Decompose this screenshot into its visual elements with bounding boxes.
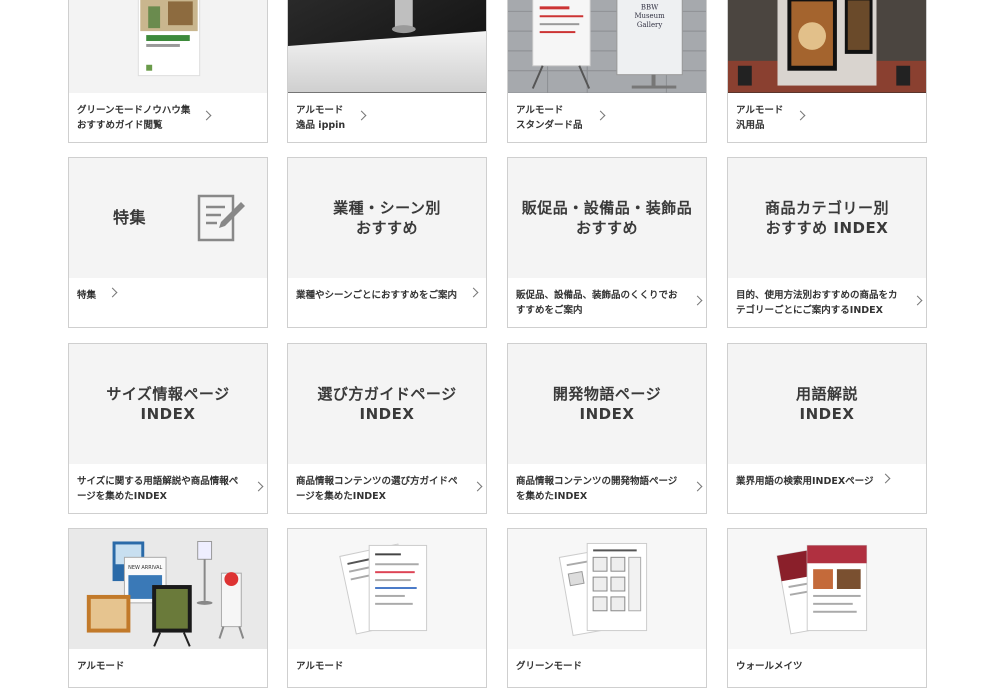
card-almode-documents[interactable]: アルモード [287, 528, 487, 688]
card-title: サイズ情報ページ INDEX [106, 385, 230, 423]
card-industry-scene[interactable]: 業種・シーン別 おすすめ 業種やシーンごとにおすすめをご案内 [287, 157, 487, 328]
card-thumbnail: 選び方ガイドページ INDEX [288, 344, 486, 464]
card-wallmates[interactable]: ウォールメイツ [727, 528, 927, 688]
display-products-photo-icon: NEW ARRIVAL [86, 540, 245, 647]
brochure-photo-icon [776, 544, 868, 635]
card-development-story[interactable]: 開発物語ページ INDEX 商品情報コンテンツの開発物語ページ を集めたINDE… [507, 343, 707, 514]
card-thumbnail: 販促品・設備品・装飾品 おすすめ [508, 158, 706, 278]
documents-photo-icon [558, 542, 648, 637]
card-thumbnail [728, 0, 926, 93]
card-size-info[interactable]: サイズ情報ページ INDEX サイズに関する用語解説や商品情報ペ ージを集めたI… [68, 343, 268, 514]
card-thumbnail: 特集 [69, 158, 267, 278]
catalog-photo-icon [137, 0, 201, 77]
card-title: 用語解説 INDEX [795, 385, 858, 423]
card-caption: 販促品、設備品、装飾品のくくりでお すすめをご案内 [516, 290, 678, 316]
card-caption: グリーンモード [516, 661, 583, 672]
document-edit-icon [197, 194, 245, 242]
card-caption: アルモード スタンダード品 [516, 105, 583, 131]
card-thumbnail [69, 0, 267, 93]
card-caption: アルモード 逸品 ippin [296, 105, 346, 131]
card-thumbnail [728, 529, 926, 649]
card-caption: 目的、使用方法別おすすめの商品をカ テゴリーごとにご案内するINDEX [736, 290, 898, 316]
card-almode-ippin[interactable]: アルモード 逸品 ippin [287, 0, 487, 143]
card-promo-equipment[interactable]: 販促品・設備品・装飾品 おすすめ 販促品、設備品、装飾品のくくりでお すすめをご… [507, 157, 707, 328]
card-glossary[interactable]: 用語解説 INDEX 業界用語の検索用INDEXページ [727, 343, 927, 514]
card-caption: アルモード 汎用品 [736, 105, 784, 131]
card-product-category[interactable]: 商品カテゴリー別 おすすめ INDEX 目的、使用方法別おすすめの商品をカ テゴ… [727, 157, 927, 328]
card-thumbnail: 商品カテゴリー別 おすすめ INDEX [728, 158, 926, 278]
card-title: 選び方ガイドページ INDEX [317, 385, 457, 423]
card-thumbnail: 業種・シーン別 おすすめ [288, 158, 486, 278]
card-almode-general[interactable]: アルモード 汎用品 [727, 0, 927, 143]
card-title: 開発物語ページ INDEX [552, 385, 662, 423]
card-thumbnail: サイズ情報ページ INDEX [69, 344, 267, 464]
card-caption: アルモード [296, 661, 344, 672]
card-caption: ウォールメイツ [736, 661, 803, 672]
card-almode-standard[interactable]: BBW Museum Gallery アルモード スタンダード品 [507, 0, 707, 143]
card-selection-guide[interactable]: 選び方ガイドページ INDEX 商品情報コンテンツの選び方ガイドペ ージを集めた… [287, 343, 487, 514]
svg-text:Gallery: Gallery [637, 21, 662, 29]
card-thumbnail: NEW ARRIVAL [69, 529, 267, 649]
card-caption: 商品情報コンテンツの開発物語ページ を集めたINDEX [516, 476, 678, 502]
card-caption: サイズに関する用語解説や商品情報ペ ージを集めたINDEX [77, 476, 239, 502]
card-greenmode-guide[interactable]: グリーンモードノウハウ集 おすすめガイド閲覧 [68, 0, 268, 143]
card-thumbnail [288, 0, 486, 93]
card-title: 業種・シーン別 おすすめ [333, 199, 441, 237]
svg-text:NEW ARRIVAL: NEW ARRIVAL [128, 565, 162, 571]
glass-display-photo-icon [288, 0, 486, 93]
card-title: 特集 [113, 208, 147, 227]
card-thumbnail [508, 529, 706, 649]
svg-text:BBW: BBW [641, 3, 659, 11]
restaurant-signage-photo-icon [728, 0, 926, 93]
card-thumbnail: 開発物語ページ INDEX [508, 344, 706, 464]
card-greenmode-documents[interactable]: グリーンモード [507, 528, 707, 688]
card-caption: アルモード [77, 661, 125, 672]
card-caption: グリーンモードノウハウ集 おすすめガイド閲覧 [77, 105, 191, 131]
card-thumbnail [288, 529, 486, 649]
sign-stand-photo-icon: BBW Museum Gallery [508, 0, 706, 93]
card-caption: 特集 [77, 290, 97, 301]
card-caption: 商品情報コンテンツの選び方ガイドペ ージを集めたINDEX [296, 476, 458, 502]
card-thumbnail: 用語解説 INDEX [728, 344, 926, 464]
card-feature[interactable]: 特集 特集 [68, 157, 268, 328]
card-title: 販促品・設備品・装飾品 おすすめ [521, 199, 693, 237]
svg-text:Museum: Museum [634, 12, 665, 20]
card-caption: 業界用語の検索用INDEXページ [736, 476, 874, 487]
card-title: 商品カテゴリー別 おすすめ INDEX [764, 199, 889, 237]
card-thumbnail: BBW Museum Gallery [508, 0, 706, 93]
card-almode-products[interactable]: NEW ARRIVAL アルモード [68, 528, 268, 688]
documents-photo-icon [339, 543, 428, 635]
card-caption: 業種やシーンごとにおすすめをご案内 [296, 290, 458, 301]
